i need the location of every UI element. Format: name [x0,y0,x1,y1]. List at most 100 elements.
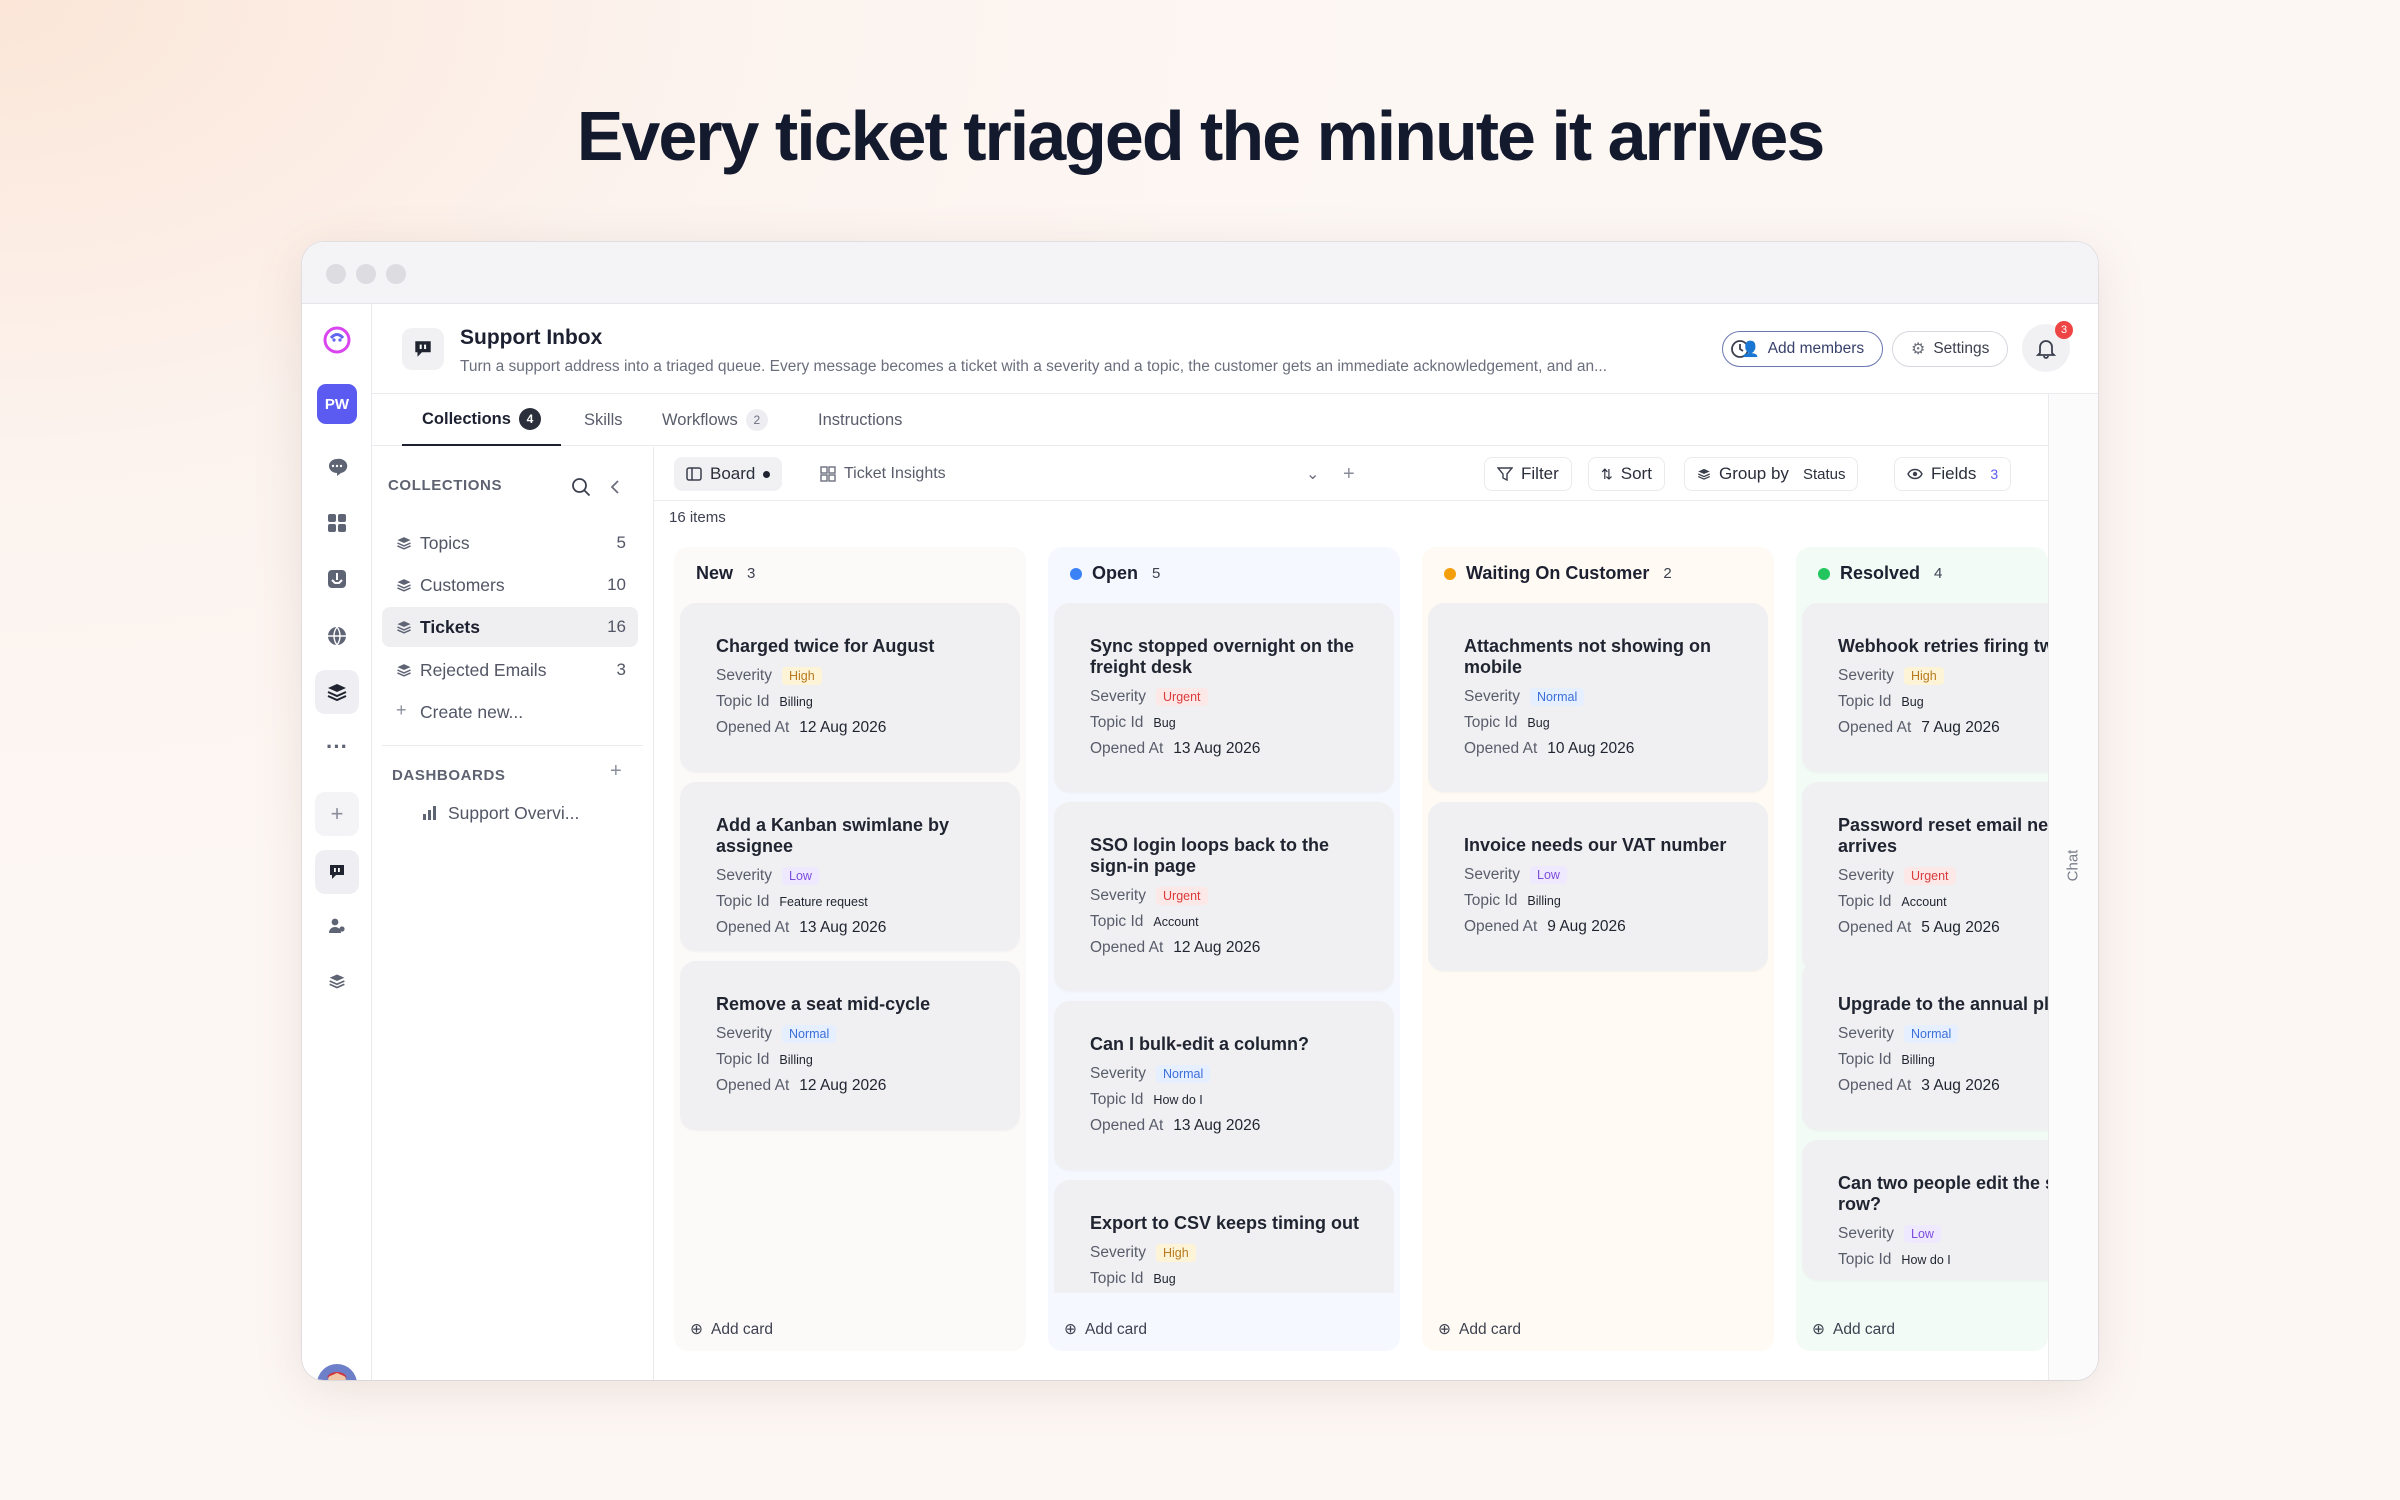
field-label: Opened At [1464,740,1538,757]
ticket-card[interactable]: SSO login loops back to the sign-in page… [1054,802,1394,991]
add-app-icon[interactable]: + [315,792,359,836]
chat-panel-toggle[interactable]: Chat [2048,394,2098,1380]
severity-row: Severity Normal [1090,1061,1360,1087]
column-title: New [696,563,734,583]
add-card-button[interactable]: ⊕ Add card [1438,1320,1521,1339]
apps-grid-icon[interactable] [315,501,359,545]
field-label: Topic Id [1090,714,1144,731]
window-dot-maximize[interactable] [386,264,406,284]
collapse-sidebar-icon[interactable] [608,478,624,496]
topic-tag: Bug [1153,1272,1176,1286]
dashboards-heading: DASHBOARDS [392,767,506,784]
group-by-button[interactable]: Group by Status [1684,457,1859,491]
column-title: Open [1092,563,1139,583]
severity-badge: Normal [782,1025,837,1043]
severity-badge: Low [782,867,819,885]
workspace-avatar[interactable]: PW [317,384,357,424]
add-dashboard-icon[interactable]: + [610,760,622,783]
ticket-card[interactable]: Export to CSV keeps timing out Severity Hi… [1054,1180,1394,1293]
field-label: Opened At [716,919,790,936]
eye-icon [1907,468,1923,480]
globe-icon[interactable] [315,614,359,658]
support-app-icon[interactable] [315,850,359,894]
ticket-card[interactable]: Password reset email never arrives Severi… [1802,782,2048,971]
add-card-button[interactable]: ⊕ Add card [1064,1320,1147,1339]
filter-button[interactable]: Filter [1484,457,1572,491]
opened-row: Opened At 9 Aug 2026 [1464,914,1734,940]
ticket-card[interactable]: Add a Kanban swimlane by assignee Severit… [680,782,1020,951]
ticket-title: Invoice needs our VAT number [1464,835,1727,855]
item-count: 16 items [669,509,726,526]
view-ticket-insights[interactable]: Ticket Insights [808,457,958,491]
board-toolbar: Board Ticket Insights ⌄ + Filter ⇅ Sort G… [654,447,2048,501]
team-icon[interactable] [315,904,359,948]
field-label: Severity [1090,1065,1146,1082]
app-logo-icon[interactable] [315,318,359,362]
sidebar-item-customers[interactable]: Customers 10 [382,565,638,605]
sidebar-item-tickets[interactable]: Tickets 16 [382,607,638,647]
ticket-title: Charged twice for August [716,636,935,656]
sort-icon: ⇅ [1601,465,1613,482]
stack-icon [397,537,411,550]
severity-badge: Low [1904,1225,1941,1243]
severity-badge: Low [1530,866,1567,884]
field-label: Severity [1464,866,1520,883]
tab-workflows[interactable]: Workflows 2 [642,394,788,446]
add-card-label: Add card [1459,1320,1522,1338]
ticket-card[interactable]: Sync stopped overnight on the freight de… [1054,603,1394,792]
opened-row: Opened At 13 Aug 2026 [716,915,986,941]
fields-button[interactable]: Fields 3 [1894,457,2012,491]
sidebar-item-rejected-emails[interactable]: Rejected Emails 3 [382,650,638,690]
ticket-card[interactable]: Remove a seat mid-cycle Severity Normal Top… [680,961,1020,1130]
add-members-button[interactable]: 👤 Add members [1722,331,1884,367]
window-dot-close[interactable] [326,264,346,284]
views-dropdown-chevron-icon[interactable]: ⌄ [1294,457,1331,491]
plus-circle-icon: ⊕ [1812,1321,1825,1338]
sidebar-item-dashboard[interactable]: Support Overvi... [386,793,642,833]
column-count: 5 [1152,565,1161,582]
column-cards: Webhook retries firing twice Severity High… [1802,603,2048,1293]
severity-row: Severity Low [1838,1221,2048,1247]
notifications-button[interactable]: 3 [2022,321,2073,372]
severity-badge: High [1156,1244,1196,1262]
sidebar-item-topics[interactable]: Topics 5 [382,523,638,563]
layers-icon[interactable] [315,959,359,1003]
add-view-icon[interactable]: + [1331,457,1367,491]
sort-button[interactable]: ⇅ Sort [1588,457,1665,491]
user-avatar[interactable] [315,1362,359,1380]
ticket-card[interactable]: Upgrade to the annual plan Severity Normal… [1802,961,2048,1130]
ticket-title: Upgrade to the annual plan [1838,994,2048,1014]
severity-row: Severity High [716,663,986,689]
tab-skills[interactable]: Skills [564,394,643,446]
add-card-button[interactable]: ⊕ Add card [1812,1320,1895,1339]
ticket-card[interactable]: Can I bulk-edit a column? Severity Normal T… [1054,1001,1394,1170]
more-icon[interactable]: ··· [315,725,359,769]
ticket-card[interactable]: Can two people edit the same row? Severit… [1802,1140,2048,1280]
ticket-card[interactable]: Attachments not showing on mobile Severit… [1428,603,1768,792]
tab-collections[interactable]: Collections 4 [402,394,561,446]
ticket-title: Add a Kanban swimlane by assignee [716,815,950,856]
view-board[interactable]: Board [674,457,783,491]
opened-row: Opened At 3 Aug 2026 [1838,1073,2048,1099]
topic-tag: Bug [1901,695,1924,709]
ticket-title: Remove a seat mid-cycle [716,994,931,1014]
group-by-label: Group by [1719,464,1789,483]
collections-stack-icon[interactable] [315,670,359,714]
topic-tag: Account [1153,915,1199,929]
ticket-card[interactable]: Webhook retries firing twice Severity High… [1802,603,2048,772]
inbox-icon[interactable] [315,557,359,601]
column-title: Waiting On Customer [1466,563,1650,583]
ticket-card[interactable]: Invoice needs our VAT number Severity Low T… [1428,802,1768,971]
board-area: Board Ticket Insights ⌄ + Filter ⇅ Sort G… [654,447,2048,1380]
settings-button[interactable]: ⚙ Settings [1892,331,2009,367]
topic-row: Topic Id Feature request [716,889,986,915]
add-card-button[interactable]: ⊕ Add card [690,1320,773,1339]
tab-instructions[interactable]: Instructions [798,394,922,446]
search-icon[interactable] [570,476,592,498]
create-new-collection[interactable]: + Create new... [382,692,638,732]
add-card-label: Add card [711,1320,774,1338]
ticket-card[interactable]: Charged twice for August Severity High Topi… [680,603,1020,772]
severity-row: Severity Urgent [1090,684,1360,710]
window-dot-minimize[interactable] [356,264,376,284]
chat-icon[interactable] [315,445,359,489]
